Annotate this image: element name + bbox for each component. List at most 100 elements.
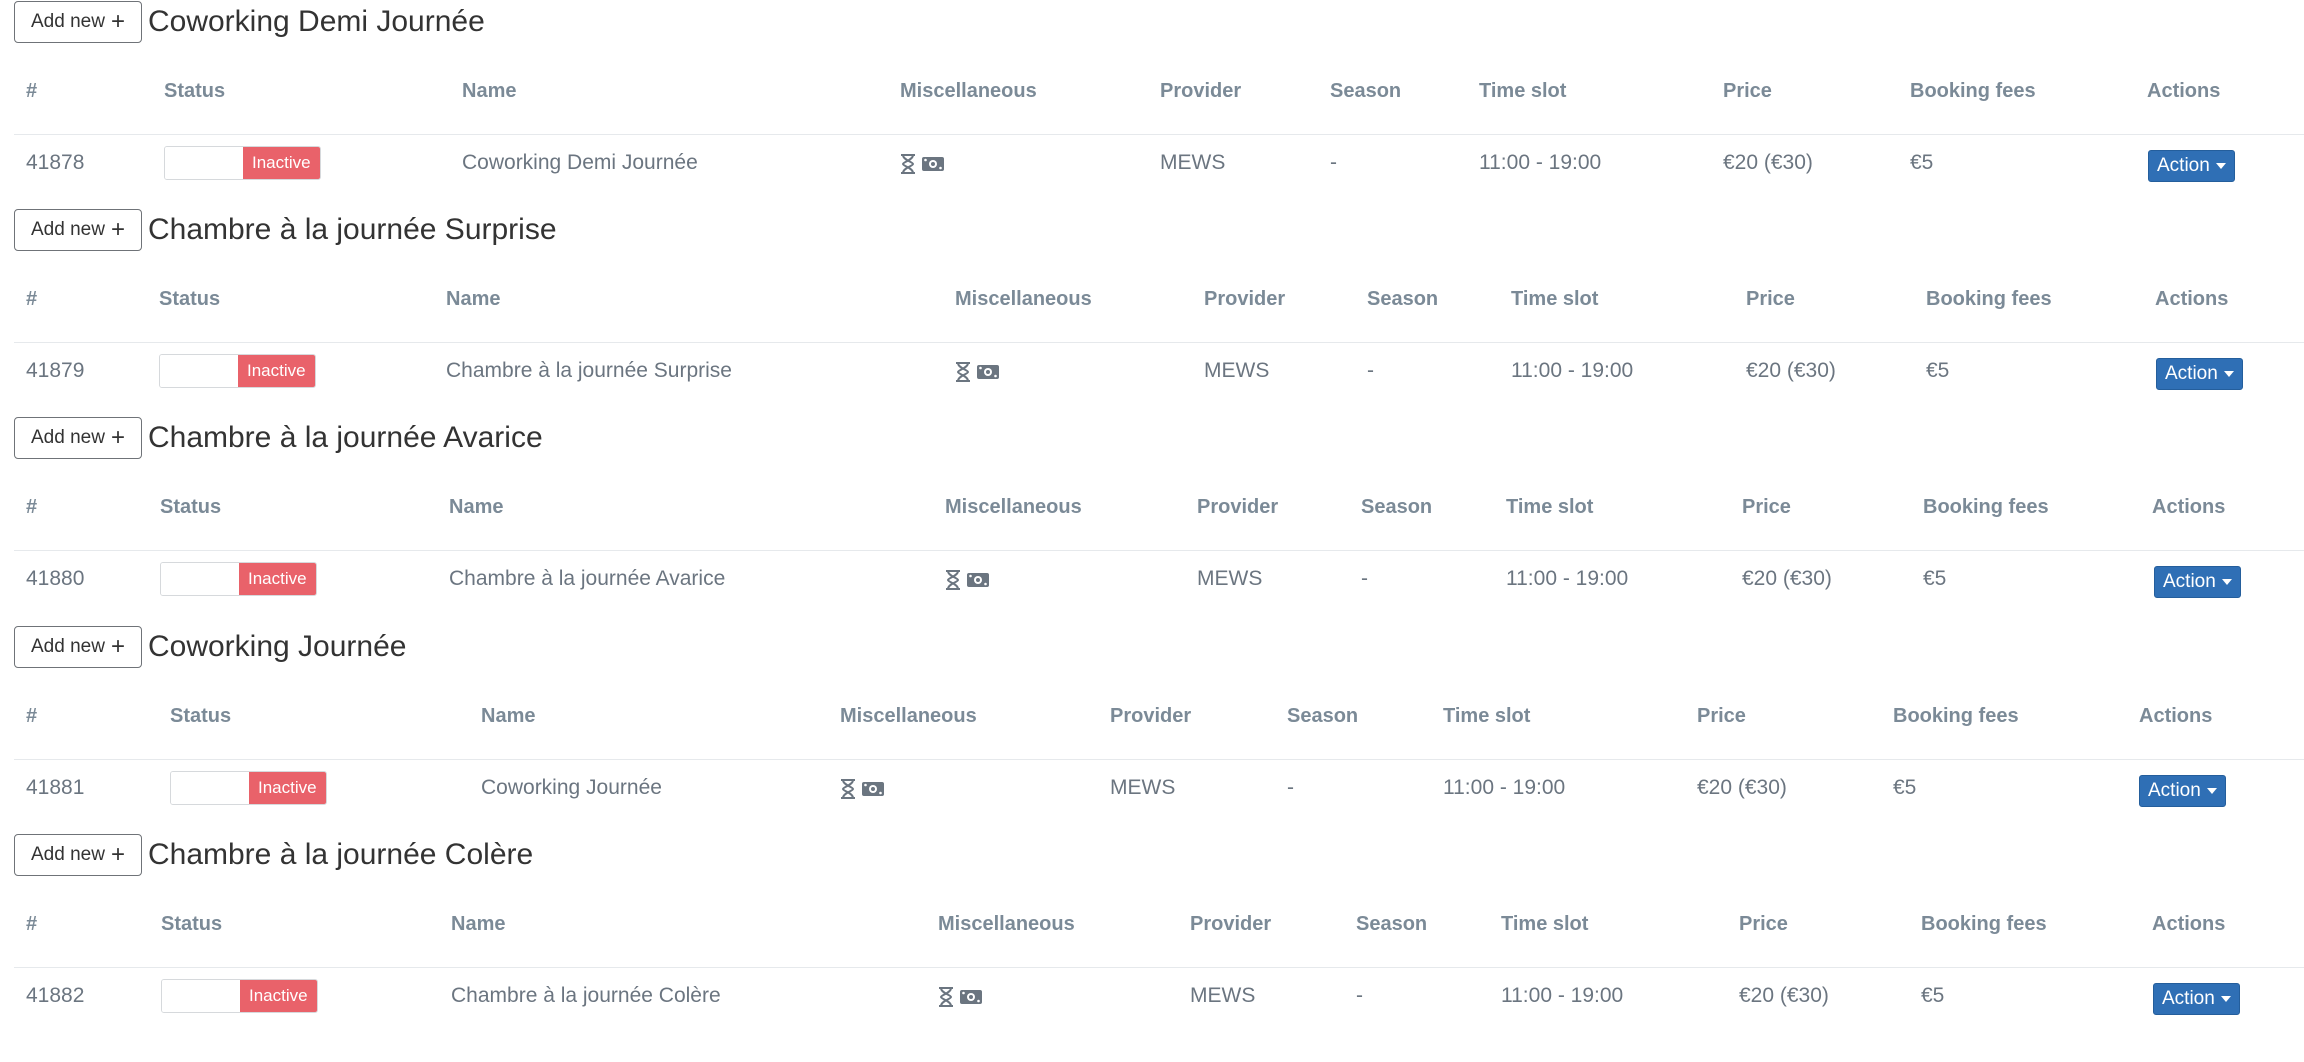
row-divider [14, 134, 2304, 135]
column-header-misc: Miscellaneous [938, 913, 1075, 935]
column-header-price: Price [1739, 913, 1788, 935]
cell-id: 41879 [26, 359, 85, 382]
table-section: Add new + Coworking Demi Journée # Status Nam… [0, 0, 2304, 208]
plus-icon: + [110, 8, 125, 35]
section-title: Coworking Journée [147, 630, 407, 663]
row-divider [14, 759, 2304, 760]
column-header-id: # [26, 288, 38, 310]
cell-price: €20 (€30) [1739, 984, 1829, 1007]
miscellaneous-icons [840, 779, 885, 804]
column-header-price: Price [1746, 288, 1795, 310]
action-label: Action [2165, 363, 2218, 384]
column-header-status: Status [170, 705, 232, 727]
add-new-button[interactable]: Add new + [14, 417, 142, 459]
money-icon [976, 363, 1000, 386]
cell-timeslot: 11:00 - 19:00 [1511, 359, 1634, 382]
section-title: Chambre à la journée Surprise [147, 213, 557, 246]
status-toggle[interactable]: Inactive [164, 146, 321, 180]
section-header: Add new + Chambre à la journée Surprise [14, 208, 557, 252]
table-section: Add new + Chambre à la journée Colère # Stat… [0, 833, 2304, 1041]
plus-icon: + [110, 841, 125, 868]
status-toggle[interactable]: Inactive [159, 354, 316, 388]
action-label: Action [2163, 571, 2216, 592]
status-toggle[interactable]: Inactive [161, 979, 318, 1013]
column-header-name: Name [449, 496, 504, 518]
column-header-provider: Provider [1160, 80, 1242, 102]
add-new-button[interactable]: Add new + [14, 834, 142, 876]
caret-down-icon [2206, 788, 2217, 794]
toggle-off-area [160, 355, 238, 387]
column-header-provider: Provider [1197, 496, 1279, 518]
column-header-provider: Provider [1190, 913, 1272, 935]
column-header-misc: Miscellaneous [840, 705, 977, 727]
cell-name: Coworking Journée [481, 776, 662, 799]
column-header-misc: Miscellaneous [900, 80, 1037, 102]
row-divider [14, 550, 2304, 551]
section-title: Chambre à la journée Avarice [147, 421, 543, 454]
section-title: Coworking Demi Journée [147, 5, 485, 38]
action-label: Action [2162, 988, 2215, 1009]
column-header-timeslot: Time slot [1479, 80, 1567, 102]
section-header: Add new + Coworking Journée [14, 625, 406, 669]
column-header-actions: Actions [2155, 288, 2229, 310]
cell-price: €20 (€30) [1697, 776, 1787, 799]
toggle-off-area [171, 772, 249, 804]
cell-id: 41882 [26, 984, 85, 1007]
status-badge: Inactive [238, 355, 315, 387]
cell-provider: MEWS [1197, 567, 1263, 590]
column-header-misc: Miscellaneous [945, 496, 1082, 518]
column-header-provider: Provider [1204, 288, 1286, 310]
cell-timeslot: 11:00 - 19:00 [1479, 151, 1602, 174]
section-title: Chambre à la journée Colère [147, 838, 534, 871]
section-header: Add new + Coworking Demi Journée [14, 0, 485, 44]
add-new-button[interactable]: Add new + [14, 1, 142, 43]
column-header-status: Status [164, 80, 226, 102]
cell-timeslot: 11:00 - 19:00 [1443, 776, 1566, 799]
column-header-name: Name [462, 80, 517, 102]
add-new-label: Add new [31, 427, 105, 448]
status-toggle[interactable]: Inactive [160, 562, 317, 596]
hourglass-icon [945, 570, 961, 595]
caret-down-icon [2223, 371, 2234, 377]
table-section: Add new + Chambre à la journée Surprise # St… [0, 208, 2304, 416]
action-dropdown-button[interactable]: Action [2154, 566, 2241, 598]
cell-provider: MEWS [1204, 359, 1270, 382]
column-header-timeslot: Time slot [1506, 496, 1594, 518]
cell-price: €20 (€30) [1746, 359, 1836, 382]
cell-id: 41880 [26, 567, 85, 590]
column-header-timeslot: Time slot [1443, 705, 1531, 727]
section-header: Add new + Chambre à la journée Colère [14, 833, 533, 877]
add-new-label: Add new [31, 219, 105, 240]
column-header-actions: Actions [2147, 80, 2221, 102]
cell-price: €20 (€30) [1742, 567, 1832, 590]
page: Add new + Coworking Demi Journée # Status Nam… [0, 0, 2304, 1062]
hourglass-icon [840, 779, 856, 804]
status-badge: Inactive [240, 980, 317, 1012]
column-header-season: Season [1330, 80, 1402, 102]
action-dropdown-button[interactable]: Action [2156, 358, 2243, 390]
column-header-actions: Actions [2139, 705, 2213, 727]
toggle-off-area [161, 563, 239, 595]
action-dropdown-button[interactable]: Action [2153, 983, 2240, 1015]
column-header-actions: Actions [2152, 913, 2226, 935]
add-new-button[interactable]: Add new + [14, 626, 142, 668]
cell-season: - [1330, 151, 1337, 174]
status-toggle[interactable]: Inactive [170, 771, 327, 805]
column-header-name: Name [451, 913, 506, 935]
column-header-price: Price [1697, 705, 1746, 727]
cell-name: Coworking Demi Journée [462, 151, 698, 174]
action-dropdown-button[interactable]: Action [2139, 775, 2226, 807]
cell-id: 41878 [26, 151, 85, 174]
section-header: Add new + Chambre à la journée Avarice [14, 416, 543, 460]
cell-name: Chambre à la journée Colère [451, 984, 721, 1007]
add-new-label: Add new [31, 844, 105, 865]
column-header-fees: Booking fees [1926, 288, 2052, 310]
cell-fees: €5 [1893, 776, 1917, 799]
action-dropdown-button[interactable]: Action [2148, 150, 2235, 182]
plus-icon: + [110, 216, 125, 243]
miscellaneous-icons [938, 987, 983, 1012]
add-new-button[interactable]: Add new + [14, 209, 142, 251]
column-header-provider: Provider [1110, 705, 1192, 727]
column-header-id: # [26, 913, 38, 935]
cell-timeslot: 11:00 - 19:00 [1501, 984, 1624, 1007]
